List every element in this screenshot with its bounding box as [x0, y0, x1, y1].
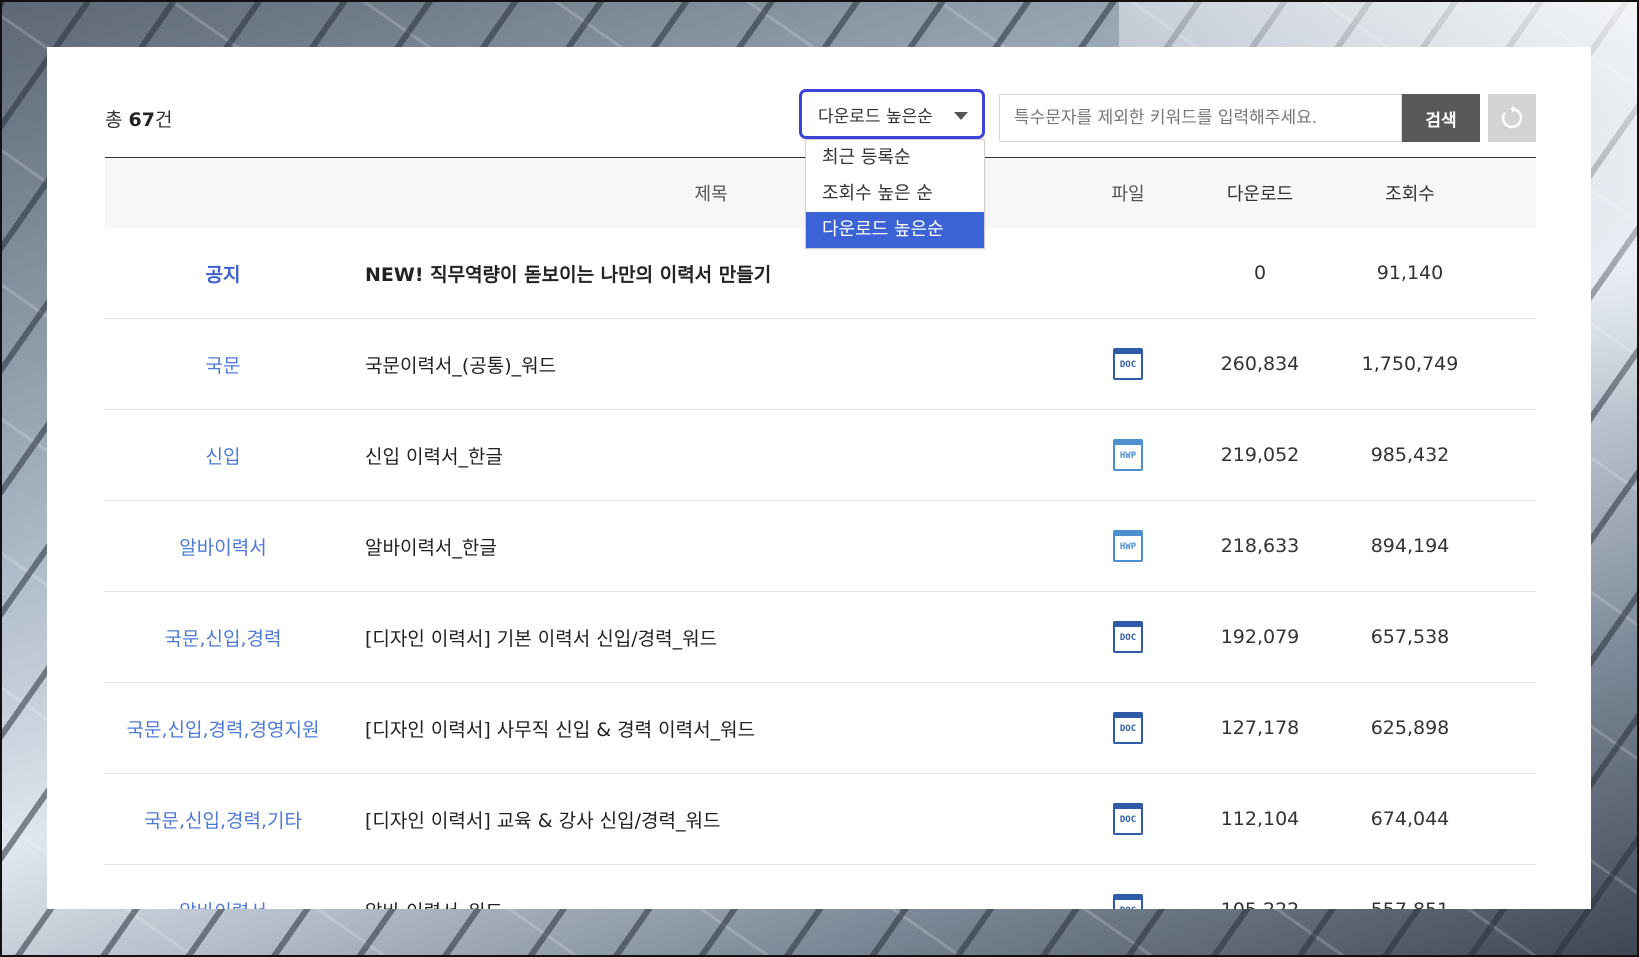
row-file: DOC	[1081, 803, 1175, 835]
sort-option[interactable]: 조회수 높은 순	[806, 176, 984, 212]
row-views: 985,432	[1370, 444, 1450, 466]
row-downloads: 112,104	[1220, 808, 1300, 830]
row-downloads: 260,834	[1220, 353, 1300, 375]
row-category[interactable]: 국문	[105, 351, 341, 378]
row-title[interactable]: 알바 이력서_워드	[341, 897, 1081, 910]
doc-file-icon[interactable]: DOC	[1113, 894, 1143, 909]
row-title[interactable]: [디자인 이력서] 교육 & 강사 신입/경력_워드	[341, 806, 1081, 833]
table-body: 공지 NEW! 직무역량이 돋보이는 나만의 이력서 만들기 0 91,140 국문 국문…	[105, 228, 1536, 909]
row-file: DOC	[1081, 712, 1175, 744]
search-input[interactable]	[999, 94, 1402, 142]
header-downloads: 다운로드	[1226, 184, 1294, 205]
row-category[interactable]: 공지	[105, 260, 341, 287]
row-downloads: 127,178	[1220, 717, 1300, 739]
hwp-file-icon[interactable]: HWP	[1113, 439, 1143, 471]
sort-option[interactable]: 다운로드 높은순	[806, 212, 984, 248]
search-button[interactable]: 검색	[1402, 94, 1480, 142]
row-category[interactable]: 알바이력서	[105, 533, 341, 560]
row-views: 894,194	[1370, 535, 1450, 557]
table-row[interactable]: 국문 국문이력서_(공통)_워드 DOC 260,834 1,750,749	[105, 319, 1536, 410]
caret-down-icon	[954, 112, 968, 120]
reset-button[interactable]	[1488, 94, 1536, 142]
row-file: DOC	[1081, 894, 1175, 909]
row-downloads: 105,222	[1175, 899, 1345, 909]
row-category[interactable]: 알바이력서	[105, 897, 341, 910]
row-file: HWP	[1081, 439, 1175, 471]
doc-file-icon[interactable]: DOC	[1113, 803, 1143, 835]
row-category[interactable]: 국문,신입,경력	[105, 624, 341, 651]
row-category[interactable]: 국문,신입,경력,경영지원	[105, 715, 341, 742]
row-downloads: 0	[1253, 262, 1267, 284]
sort-select-value: 다운로드 높은순	[818, 106, 933, 127]
table-row[interactable]: 국문,신입,경력,기타 [디자인 이력서] 교육 & 강사 신입/경력_워드 DOC…	[105, 774, 1536, 865]
doc-file-icon[interactable]: DOC	[1113, 348, 1143, 380]
resume-table: 제목 파일 다운로드 조회수 공지 NEW! 직무역량이 돋보이는 나만의 이력서…	[105, 157, 1536, 909]
refresh-icon	[1501, 105, 1523, 129]
row-title[interactable]: [디자인 이력서] 사무직 신입 & 경력 이력서_워드	[341, 715, 1081, 742]
row-downloads: 219,052	[1220, 444, 1300, 466]
sort-option[interactable]: 최근 등록순	[806, 140, 984, 176]
row-downloads: 218,633	[1220, 535, 1300, 557]
sort-select[interactable]: 다운로드 높은순	[799, 89, 985, 139]
row-file: DOC	[1081, 621, 1175, 653]
row-downloads: 192,079	[1220, 626, 1300, 648]
row-views: 674,044	[1370, 808, 1450, 830]
row-views: 1,750,749	[1361, 353, 1459, 375]
total-count-number: 67	[128, 109, 155, 131]
row-views: 625,898	[1370, 717, 1450, 739]
table-row[interactable]: 알바이력서 알바이력서_한글 HWP 218,633 894,194	[105, 501, 1536, 592]
doc-file-icon[interactable]: DOC	[1113, 712, 1143, 744]
row-title[interactable]: 국문이력서_(공통)_워드	[341, 351, 1081, 378]
row-title[interactable]: 알바이력서_한글	[341, 533, 1081, 560]
table-row[interactable]: 국문,신입,경력 [디자인 이력서] 기본 이력서 신입/경력_워드 DOC 192,…	[105, 592, 1536, 683]
table-row[interactable]: 국문,신입,경력,경영지원 [디자인 이력서] 사무직 신입 & 경력 이력서_워…	[105, 683, 1536, 774]
table-row[interactable]: 알바이력서알바 이력서_워드 DOC 105,222557,851	[105, 865, 1536, 909]
row-file: DOC	[1081, 348, 1175, 380]
row-category[interactable]: 국문,신입,경력,기타	[105, 806, 341, 833]
header-views: 조회수	[1385, 184, 1435, 205]
sort-dropdown: 최근 등록순 조회수 높은 순 다운로드 높은순	[805, 139, 985, 249]
row-views: 557,851	[1345, 899, 1475, 909]
row-file: HWP	[1081, 530, 1175, 562]
hwp-file-icon[interactable]: HWP	[1113, 530, 1143, 562]
table-row[interactable]: 신입 신입 이력서_한글 HWP 219,052 985,432	[105, 410, 1536, 501]
row-title[interactable]: 신입 이력서_한글	[341, 442, 1081, 469]
row-title[interactable]: [디자인 이력서] 기본 이력서 신입/경력_워드	[341, 624, 1081, 651]
resume-list-panel: 총 67건 다운로드 높은순 최근 등록순조회수 높은 순다운로드 높은순 검색…	[47, 47, 1591, 909]
header-file: 파일	[1111, 184, 1145, 205]
row-title[interactable]: NEW! 직무역량이 돋보이는 나만의 이력서 만들기	[341, 260, 1081, 287]
row-category[interactable]: 신입	[105, 442, 341, 469]
doc-file-icon[interactable]: DOC	[1113, 621, 1143, 653]
row-views: 657,538	[1370, 626, 1450, 648]
row-views: 91,140	[1376, 262, 1444, 284]
total-count: 총 67건	[105, 109, 173, 131]
